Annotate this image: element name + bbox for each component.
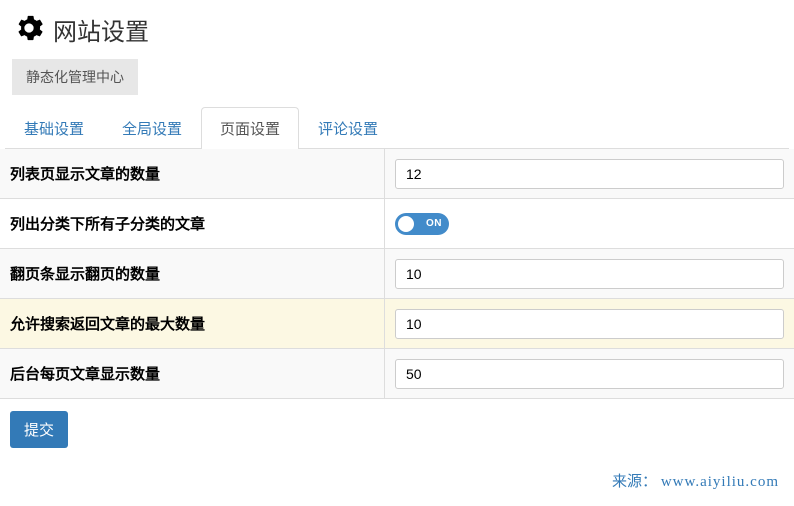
setting-value: ON [385,199,794,248]
pager-count-input[interactable] [395,259,784,289]
setting-label: 翻页条显示翻页的数量 [0,249,385,298]
setting-value [385,349,794,398]
setting-label: 列表页显示文章的数量 [0,149,385,198]
page-header: 网站设置 [0,0,794,55]
source-prefix: 来源： [612,474,657,490]
tab-basic[interactable]: 基础设置 [5,107,103,149]
setting-value [385,249,794,298]
toggle-knob-icon [398,216,414,232]
sub-category-toggle[interactable]: ON [395,213,449,235]
settings-table: 列表页显示文章的数量 列出分类下所有子分类的文章 ON 翻页条显示翻页的数量 允… [0,149,794,399]
list-count-input[interactable] [395,159,784,189]
settings-row-search-max: 允许搜索返回文章的最大数量 [0,299,794,349]
submit-area: 提交 [0,399,794,460]
toggle-state: ON [426,218,442,229]
page-title: 网站设置 [53,12,149,47]
admin-page-count-input[interactable] [395,359,784,389]
source-link[interactable]: www.aiyiliu.com [661,474,779,490]
breadcrumb-item[interactable]: 静态化管理中心 [12,59,138,95]
setting-label: 后台每页文章显示数量 [0,349,385,398]
gear-icon [15,14,43,45]
settings-row-pager-count: 翻页条显示翻页的数量 [0,249,794,299]
footer-source: 来源： www.aiyiliu.com [612,470,779,491]
search-max-input[interactable] [395,309,784,339]
setting-label: 列出分类下所有子分类的文章 [0,199,385,248]
tab-comment[interactable]: 评论设置 [299,107,397,149]
submit-button[interactable]: 提交 [10,411,68,448]
breadcrumb: 静态化管理中心 [12,59,782,95]
tabs: 基础设置 全局设置 页面设置 评论设置 [5,107,789,149]
settings-row-list-count: 列表页显示文章的数量 [0,149,794,199]
tab-global[interactable]: 全局设置 [103,107,201,149]
tab-page[interactable]: 页面设置 [201,107,299,149]
setting-value [385,149,794,198]
settings-row-admin-page-count: 后台每页文章显示数量 [0,349,794,399]
setting-value [385,299,794,348]
settings-row-sub-category: 列出分类下所有子分类的文章 ON [0,199,794,249]
setting-label: 允许搜索返回文章的最大数量 [0,299,385,348]
